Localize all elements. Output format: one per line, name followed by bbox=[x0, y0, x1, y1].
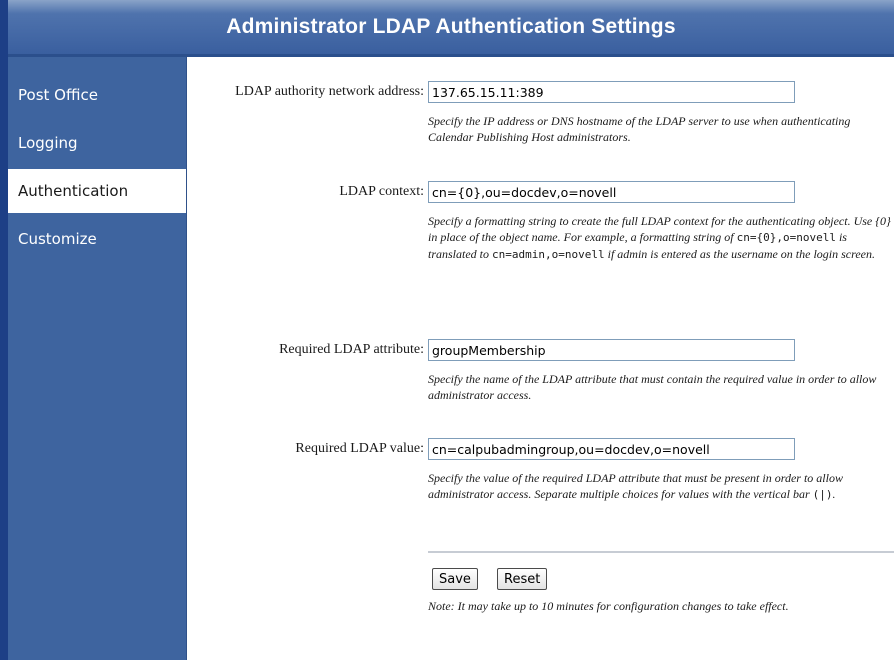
sidebar-item-customize[interactable]: Customize bbox=[8, 217, 186, 261]
address-label: LDAP authority network address: bbox=[235, 84, 424, 99]
attribute-help: Specify the name of the LDAP attribute t… bbox=[428, 372, 877, 402]
form-divider bbox=[428, 551, 894, 553]
sidebar-nav: Post Office Logging Authentication Custo… bbox=[8, 57, 187, 660]
config-note: Note: It may take up to 10 minutes for c… bbox=[428, 599, 789, 613]
required-value-help: Specify the value of the required LDAP a… bbox=[428, 470, 893, 503]
required-value-help-text-2: . bbox=[832, 487, 836, 501]
context-help-text-3: if admin is entered as the username on t… bbox=[604, 247, 876, 261]
context-help-result-code: cn=admin,o=novell bbox=[492, 248, 605, 261]
reset-button[interactable]: Reset bbox=[497, 568, 548, 590]
sidebar-item-post-office[interactable]: Post Office bbox=[8, 73, 186, 117]
sidebar-item-logging[interactable]: Logging bbox=[8, 121, 186, 165]
attribute-label: Required LDAP attribute: bbox=[279, 342, 424, 357]
page-header: Administrator LDAP Authentication Settin… bbox=[8, 0, 894, 57]
attribute-input[interactable] bbox=[428, 339, 795, 361]
sidebar-item-authentication[interactable]: Authentication bbox=[8, 169, 186, 213]
context-help-example-code: cn={0},o=novell bbox=[736, 231, 836, 244]
save-button[interactable]: Save bbox=[432, 568, 478, 590]
context-help: Specify a formatting string to create th… bbox=[428, 213, 893, 263]
address-help: Specify the IP address or DNS hostname o… bbox=[428, 114, 851, 144]
page-title: Administrator LDAP Authentication Settin… bbox=[226, 15, 676, 38]
window-left-edge bbox=[0, 0, 8, 660]
context-input[interactable] bbox=[428, 181, 795, 203]
address-input[interactable] bbox=[428, 81, 795, 103]
settings-form: LDAP authority network address: Specify … bbox=[187, 57, 894, 660]
required-value-input[interactable] bbox=[428, 438, 795, 460]
required-value-help-text: Specify the value of the required LDAP a… bbox=[428, 471, 843, 501]
required-value-label: Required LDAP value: bbox=[295, 441, 424, 456]
vertical-bar-code: (|) bbox=[812, 488, 833, 501]
context-label: LDAP context: bbox=[339, 184, 424, 199]
